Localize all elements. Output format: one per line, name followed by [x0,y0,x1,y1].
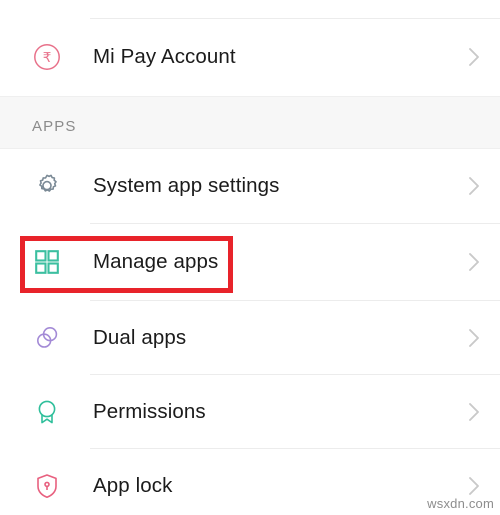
list-item-app-lock[interactable]: App lock [0,449,500,515]
shield-lock-icon [30,469,64,503]
list-item-label: Permissions [93,400,206,423]
chevron-right-icon [466,401,482,423]
list-item-dual-apps[interactable]: Dual apps [0,301,500,375]
chevron-right-icon [466,475,482,497]
badge-ribbon-icon [30,395,64,429]
chevron-right-icon [466,46,482,68]
watermark-text: wsxdn.com [427,496,494,511]
list-item-label: Mi Pay Account [93,45,236,68]
divider-section-top [0,96,500,97]
grid-apps-icon [30,245,64,279]
list-item-label: Manage apps [93,250,219,273]
chevron-right-icon [466,327,482,349]
section-title-label: APPS [32,118,77,135]
chevron-right-icon [466,175,482,197]
svg-text:₹: ₹ [43,50,52,66]
dual-circles-icon [30,321,64,355]
list-item-system-app-settings[interactable]: System app settings [0,149,500,224]
list-item-mi-pay-account[interactable]: ₹ Mi Pay Account [0,19,500,96]
chevron-right-icon [466,251,482,273]
gear-icon [30,169,64,203]
rupee-circle-icon: ₹ [30,40,64,74]
list-item-label: System app settings [93,174,280,197]
settings-screen: ₹ Mi Pay Account APPS System app setting… [0,0,500,515]
list-item-manage-apps[interactable]: Manage apps [0,224,500,300]
list-item-permissions[interactable]: Permissions [0,375,500,449]
list-item-label: Dual apps [93,326,187,349]
list-item-label: App lock [93,474,173,497]
